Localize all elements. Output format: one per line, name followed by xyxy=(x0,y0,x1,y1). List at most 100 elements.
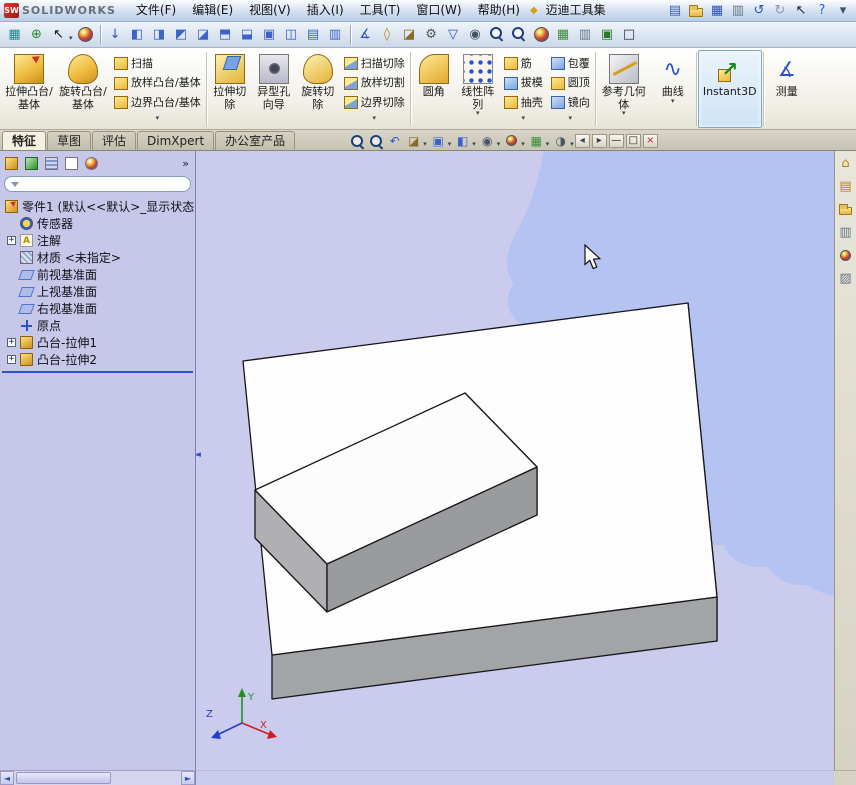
tree-item-front-plane[interactable]: 前视基准面 xyxy=(0,266,195,283)
right-view-icon[interactable]: ◪ xyxy=(193,24,214,45)
scrollbar-track[interactable] xyxy=(14,771,181,785)
select-cursor-icon[interactable]: ↖ xyxy=(792,2,810,20)
revolved-cut-button[interactable]: 旋转切除 xyxy=(296,50,340,128)
linear-pattern-dropdown[interactable]: ▾ xyxy=(476,110,480,117)
displaymanager-tab-icon[interactable] xyxy=(83,155,100,172)
swept-cut-button[interactable]: 扫描切除 xyxy=(342,57,407,71)
graphics-area[interactable]: Y X Z ◄ xyxy=(196,151,834,770)
normal-to-view-icon[interactable]: ▥ xyxy=(325,24,346,45)
reference-geometry-button[interactable]: 参考几何体 ▾ xyxy=(597,50,651,128)
section-view-icon[interactable]: ◪ xyxy=(405,132,422,149)
tab-office-products[interactable]: 办公室产品 xyxy=(215,131,296,150)
linear-pattern-button[interactable]: 线性阵列 ▾ xyxy=(456,50,500,128)
hide-show-icon[interactable]: ◉ xyxy=(465,24,486,45)
view-orientation-icon[interactable]: ▣ xyxy=(430,132,447,149)
selection-filter-icon[interactable]: ▽ xyxy=(443,24,464,45)
panel-overflow-chevron[interactable]: » xyxy=(182,157,192,170)
dimxpertmanager-tab-icon[interactable] xyxy=(63,155,80,172)
rebuild-icon[interactable] xyxy=(75,24,96,45)
scroll-left-button[interactable]: ◄ xyxy=(0,771,14,785)
zoom-fit-icon[interactable] xyxy=(348,132,365,149)
draft-button[interactable]: 拔模 xyxy=(502,77,545,90)
boundary-cut-button[interactable]: 边界切除 xyxy=(342,96,407,110)
edit-appearance-icon[interactable] xyxy=(503,132,520,149)
tree-item-boss-extrude1[interactable]: + 凸台-拉伸1 xyxy=(0,334,195,351)
bottom-view-icon[interactable]: ⬓ xyxy=(237,24,258,45)
display-style-icon-dropdown[interactable]: ▾ xyxy=(472,140,476,148)
apply-scene-icon-dropdown[interactable]: ▾ xyxy=(546,140,550,148)
pane-collapse-left-icon[interactable]: ◂ xyxy=(574,134,590,148)
panel-splitter-arrow[interactable]: ◄ xyxy=(196,451,201,460)
custom-properties-icon[interactable]: ▨ xyxy=(837,270,854,287)
expand-toolbar-icon[interactable]: ▾ xyxy=(834,2,852,20)
extruded-boss-button[interactable]: 拉伸凸台/基体 xyxy=(2,50,56,128)
tree-item-material[interactable]: 材质 <未指定> xyxy=(0,249,195,266)
minimize-icon[interactable]: — xyxy=(608,134,624,148)
menu-help[interactable]: 帮助(H) xyxy=(470,0,528,21)
section-view-icon-dropdown[interactable]: ▾ xyxy=(423,140,427,148)
dome-button[interactable]: 圆顶 xyxy=(549,77,592,90)
trimetric-view-icon[interactable]: ▤ xyxy=(303,24,324,45)
wrap-button[interactable]: 包覆 xyxy=(549,57,592,71)
tree-item-top-plane[interactable]: 上视基准面 xyxy=(0,283,195,300)
redo-icon[interactable]: ↻ xyxy=(771,2,789,20)
configurationmanager-tab-icon[interactable] xyxy=(43,155,60,172)
revolved-boss-button[interactable]: 旋转凸台/基体 xyxy=(56,50,110,128)
curves-dropdown[interactable]: ▾ xyxy=(671,97,675,104)
section-properties-icon[interactable]: ◪ xyxy=(399,24,420,45)
apply-scene-icon[interactable]: ▦ xyxy=(528,132,545,149)
help-icon[interactable]: ? xyxy=(813,2,831,20)
appearances-icon[interactable] xyxy=(837,247,854,264)
instant3d-button[interactable]: Instant3D xyxy=(697,50,762,128)
menu-edit[interactable]: 编辑(E) xyxy=(184,0,241,21)
expand-toggle[interactable]: + xyxy=(7,338,16,347)
measure-icon[interactable]: ∡ xyxy=(355,24,376,45)
hide-show-items-icon[interactable]: ◉ xyxy=(479,132,496,149)
appearance-icon[interactable] xyxy=(531,24,552,45)
task-pane-icon[interactable]: ▥ xyxy=(575,24,596,45)
tree-item-annotations[interactable]: + 注解 xyxy=(0,232,195,249)
front-view-icon[interactable]: ◧ xyxy=(127,24,148,45)
menu-maidi-toolkit[interactable]: 迈迪工具集 xyxy=(538,0,614,21)
scroll-right-button[interactable]: ► xyxy=(181,771,195,785)
zoom-icon[interactable] xyxy=(487,24,508,45)
featuremanager-tab-icon[interactable] xyxy=(3,155,20,172)
solidworks-resources-icon[interactable]: ⌂ xyxy=(837,155,854,172)
fillet-button[interactable]: 圆角 xyxy=(412,50,456,128)
new-document-icon[interactable]: ▤ xyxy=(666,2,684,20)
top-view-icon[interactable]: ⬒ xyxy=(215,24,236,45)
undo-icon[interactable]: ↺ xyxy=(750,2,768,20)
isometric-view-icon[interactable]: ▣ xyxy=(259,24,280,45)
tree-item-origin[interactable]: 原点 xyxy=(0,317,195,334)
extruded-cut-button[interactable]: 拉伸切除 xyxy=(208,50,252,128)
measure-button[interactable]: 测量 xyxy=(765,50,809,128)
close-icon[interactable]: × xyxy=(642,134,658,148)
menu-tools[interactable]: 工具(T) xyxy=(352,0,409,21)
tree-horizontal-scrollbar[interactable]: ◄ ► xyxy=(0,770,196,785)
design-library-icon[interactable]: ▤ xyxy=(837,178,854,195)
print-icon[interactable]: ▥ xyxy=(729,2,747,20)
menu-file[interactable]: 文件(F) xyxy=(128,0,184,21)
view-palette-icon[interactable]: ▥ xyxy=(837,224,854,241)
tab-sketch[interactable]: 草图 xyxy=(47,131,92,150)
tree-item-boss-extrude2[interactable]: + 凸台-拉伸2 xyxy=(0,351,195,368)
menu-window[interactable]: 窗口(W) xyxy=(408,0,469,21)
tree-item-right-plane[interactable]: 右视基准面 xyxy=(0,300,195,317)
sketch-grid-icon[interactable]: ▦ xyxy=(4,24,25,45)
hole-wizard-button[interactable]: 异型孔向导 xyxy=(252,50,296,128)
tree-item-sensors[interactable]: 传感器 xyxy=(0,215,195,232)
feature-filter-input[interactable] xyxy=(23,178,184,190)
3d-viewport-canvas[interactable]: Y X Z xyxy=(196,151,834,770)
reference-axes-icon[interactable]: ⊕ xyxy=(26,24,47,45)
left-view-icon[interactable]: ◩ xyxy=(171,24,192,45)
expand-toggle[interactable]: + xyxy=(7,236,16,245)
select-arrow-icon[interactable]: ↖ xyxy=(48,24,69,45)
rollback-bar[interactable] xyxy=(2,371,193,373)
tab-evaluate[interactable]: 评估 xyxy=(92,131,137,150)
file-explorer-icon[interactable] xyxy=(837,201,854,218)
boss-stack-dropdown[interactable]: ▾ xyxy=(112,114,203,121)
select-arrow-icon-dropdown[interactable]: ▾ xyxy=(69,34,73,42)
options-gear-icon[interactable]: ⚙ xyxy=(421,24,442,45)
view-settings-icon[interactable]: ◑ xyxy=(552,132,569,149)
propertymanager-tab-icon[interactable] xyxy=(23,155,40,172)
